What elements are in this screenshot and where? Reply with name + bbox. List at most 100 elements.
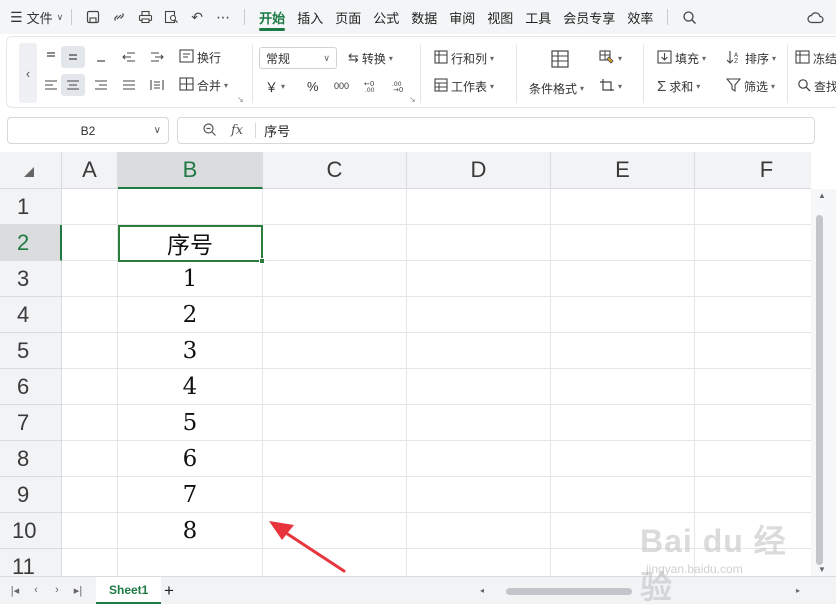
horizontal-scroll-thumb[interactable] <box>506 588 632 595</box>
cell-b9[interactable]: 7 <box>118 477 263 513</box>
increase-decimal-icon[interactable]: ←0.00 <box>360 75 384 97</box>
formula-bar[interactable]: fx 序号 <box>177 117 815 144</box>
align-right-icon[interactable] <box>89 74 113 96</box>
first-sheet-icon[interactable]: |◂ <box>8 583 22 597</box>
cell-b10[interactable]: 8 <box>118 513 263 549</box>
wrap-text-button[interactable]: 换行 <box>179 46 221 68</box>
number-dialog-launcher-icon[interactable]: ↘ <box>409 95 416 104</box>
scroll-left-icon[interactable]: ◂ <box>480 586 484 595</box>
cloud-icon[interactable] <box>802 5 828 29</box>
cell-d9[interactable] <box>407 477 551 513</box>
column-header-f[interactable]: F <box>695 152 811 189</box>
cell-a7[interactable] <box>62 405 118 441</box>
previous-sheet-icon[interactable]: ‹ <box>29 583 43 597</box>
cell-f7[interactable] <box>695 405 811 441</box>
add-sheet-button[interactable]: + <box>164 581 174 601</box>
cell-d1[interactable] <box>407 189 551 225</box>
freeze-panes-button[interactable]: 冻结 <box>795 47 836 69</box>
cell-d11[interactable] <box>407 549 551 576</box>
file-menu[interactable]: ☰ 文件 ∨ <box>10 8 63 27</box>
align-middle-icon[interactable] <box>61 46 85 68</box>
currency-format-button[interactable]: ￥ ▾ <box>265 75 285 97</box>
cell-d8[interactable] <box>407 441 551 477</box>
column-header-e[interactable]: E <box>551 152 695 189</box>
tab-1[interactable]: 开始 <box>253 0 291 34</box>
cell-d5[interactable] <box>407 333 551 369</box>
cell-f3[interactable] <box>695 261 811 297</box>
cell-c1[interactable] <box>263 189 407 225</box>
cell-d10[interactable] <box>407 513 551 549</box>
row-header-1[interactable]: 1 <box>0 189 62 225</box>
tab-10[interactable]: 效率 <box>621 0 659 34</box>
thousands-separator-button[interactable]: 000 <box>334 75 349 97</box>
formula-input-value[interactable]: 序号 <box>264 121 290 140</box>
merge-button[interactable]: 合并 ▾ <box>179 74 228 96</box>
borders-button[interactable]: ▾ <box>599 75 622 97</box>
cell-e4[interactable] <box>551 297 695 333</box>
cell-c11[interactable] <box>263 549 407 576</box>
scroll-down-icon[interactable]: ▼ <box>818 565 826 574</box>
tab-5[interactable]: 数据 <box>405 0 443 34</box>
align-left-icon[interactable] <box>39 74 63 96</box>
row-header-3[interactable]: 3 <box>0 261 62 297</box>
cell-e3[interactable] <box>551 261 695 297</box>
decrease-indent-icon[interactable] <box>117 46 141 68</box>
cell-a6[interactable] <box>62 369 118 405</box>
cell-c5[interactable] <box>263 333 407 369</box>
align-center-icon[interactable] <box>61 74 85 96</box>
cell-a1[interactable] <box>62 189 118 225</box>
column-header-c[interactable]: C <box>263 152 407 189</box>
print-preview-icon[interactable] <box>158 5 184 29</box>
search-icon[interactable] <box>676 5 702 29</box>
cell-e9[interactable] <box>551 477 695 513</box>
sort-button[interactable]: AZ 排序 ▾ <box>726 47 776 69</box>
cell-c3[interactable] <box>263 261 407 297</box>
select-all-corner[interactable] <box>0 152 62 189</box>
row-header-6[interactable]: 6 <box>0 369 62 405</box>
ribbon-scroll-left-button[interactable]: ‹ <box>19 43 37 103</box>
cell-d4[interactable] <box>407 297 551 333</box>
column-header-d[interactable]: D <box>407 152 551 189</box>
tab-8[interactable]: 工具 <box>519 0 557 34</box>
share-icon[interactable] <box>106 5 132 29</box>
cell-b8[interactable]: 6 <box>118 441 263 477</box>
tab-2[interactable]: 插入 <box>291 0 329 34</box>
tab-9[interactable]: 会员专享 <box>557 0 621 34</box>
cell-f10[interactable] <box>695 513 811 549</box>
cell-b5[interactable]: 3 <box>118 333 263 369</box>
cell-b11[interactable] <box>118 549 263 576</box>
justify-icon[interactable] <box>117 74 141 96</box>
row-header-5[interactable]: 5 <box>0 333 62 369</box>
align-bottom-icon[interactable] <box>89 46 113 68</box>
horizontal-scrollbar[interactable]: ◂ ▸ <box>480 585 820 597</box>
scroll-up-icon[interactable]: ▲ <box>818 191 826 200</box>
vertical-scroll-thumb[interactable] <box>816 215 823 565</box>
scroll-right-icon[interactable]: ▸ <box>796 586 800 595</box>
worksheet-button[interactable]: 工作表 ▾ <box>434 75 494 97</box>
cell-d2[interactable] <box>407 225 551 261</box>
name-box[interactable]: B2 ∨ <box>7 117 169 144</box>
row-header-7[interactable]: 7 <box>0 405 62 441</box>
cell-d3[interactable] <box>407 261 551 297</box>
last-sheet-icon[interactable]: ▸| <box>71 583 85 597</box>
cell-b1[interactable] <box>118 189 263 225</box>
column-header-a[interactable]: A <box>62 152 118 189</box>
row-header-2[interactable]: 2 <box>0 225 62 261</box>
zoom-search-icon[interactable] <box>202 122 217 140</box>
cell-f9[interactable] <box>695 477 811 513</box>
filter-button[interactable]: 筛选 ▾ <box>725 75 775 97</box>
next-sheet-icon[interactable]: › <box>50 583 64 597</box>
cell-a4[interactable] <box>62 297 118 333</box>
cell-b2[interactable]: 序号 <box>118 225 263 261</box>
cell-c10[interactable] <box>263 513 407 549</box>
cell-b3[interactable]: 1 <box>118 261 263 297</box>
cell-d6[interactable] <box>407 369 551 405</box>
cell-b4[interactable]: 2 <box>118 297 263 333</box>
cell-c9[interactable] <box>263 477 407 513</box>
rows-cols-button[interactable]: 行和列 ▾ <box>434 47 494 69</box>
find-button[interactable]: 查找 <box>797 75 836 97</box>
cell-style-button[interactable]: ▾ <box>599 47 622 69</box>
cell-e5[interactable] <box>551 333 695 369</box>
convert-button[interactable]: ⇆ 转换 ▾ <box>348 47 393 69</box>
cell-f1[interactable] <box>695 189 811 225</box>
